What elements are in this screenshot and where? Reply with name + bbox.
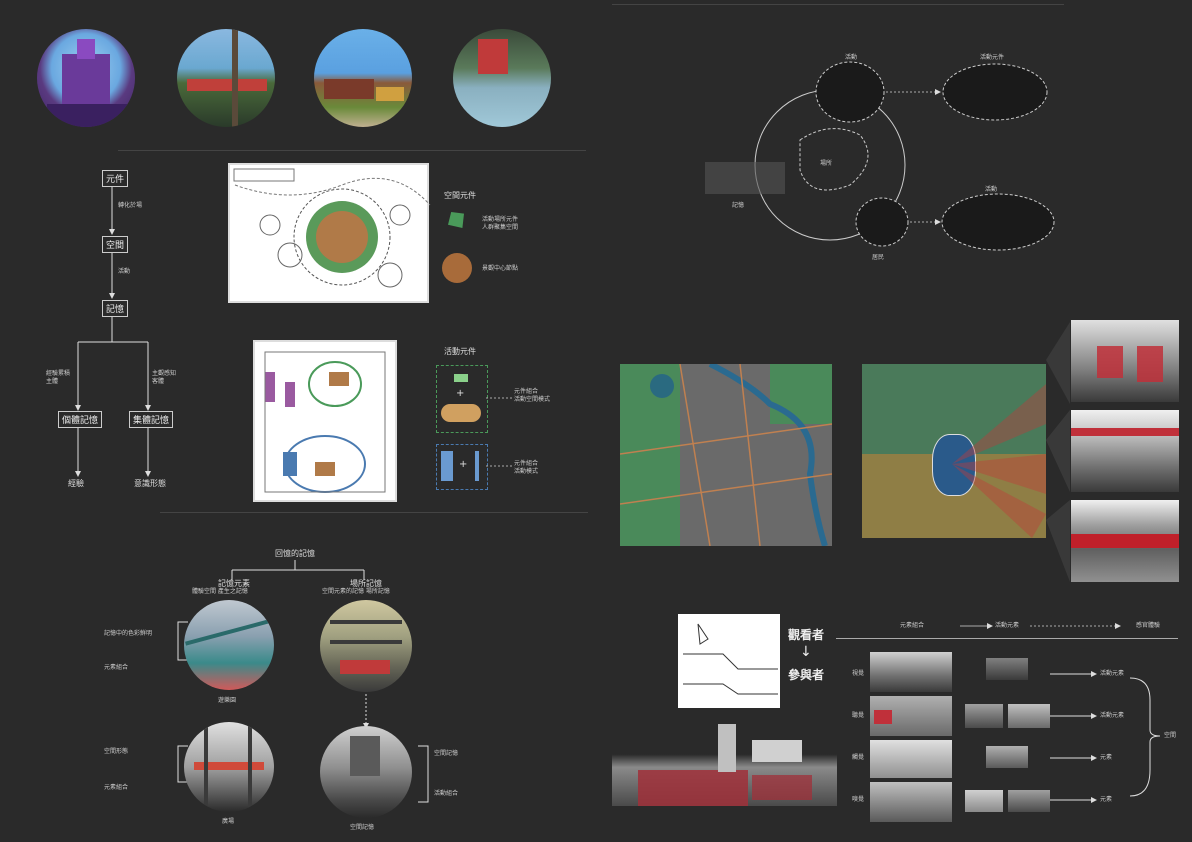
out-label-1: 活動元素 <box>1100 670 1125 677</box>
row-photo-2 <box>870 696 952 736</box>
row-label-sight: 視覺 <box>852 670 865 677</box>
row-label-touch: 觸覺 <box>852 754 865 761</box>
row-photo-3 <box>870 740 952 778</box>
row-label-hearing: 聽覺 <box>852 712 865 719</box>
detail-photo-2a <box>965 704 1003 728</box>
out-label-3: 元素 <box>1100 754 1113 761</box>
detail-photo-1 <box>986 658 1028 680</box>
detail-photo-4b <box>1008 790 1050 812</box>
detail-photo-2b <box>1008 704 1050 728</box>
row-photo-4 <box>870 782 952 822</box>
row-photo-1 <box>870 652 952 692</box>
row-label-smell: 嗅覺 <box>852 796 865 803</box>
bracket-label: 空間 <box>1164 732 1177 739</box>
out-label-4: 元素 <box>1100 796 1113 803</box>
detail-photo-4a <box>965 790 1003 812</box>
detail-photo-3 <box>986 746 1028 768</box>
out-label-2: 活動元素 <box>1100 712 1125 719</box>
